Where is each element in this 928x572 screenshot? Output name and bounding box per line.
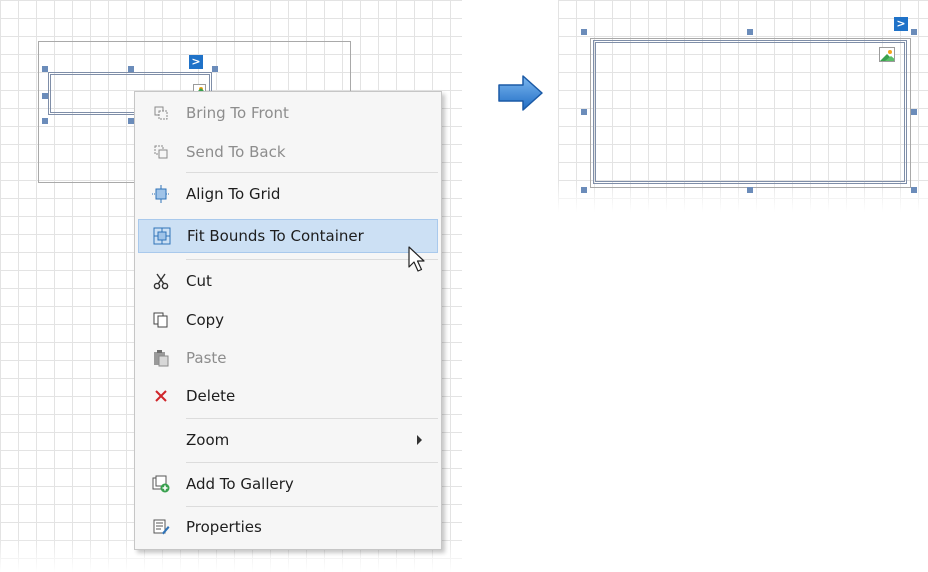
selection-handle[interactable]: [911, 187, 917, 193]
menu-item-label: Delete: [186, 387, 236, 405]
bring-to-front-icon: [138, 96, 186, 130]
selection-handle[interactable]: [581, 187, 587, 193]
selection-handle[interactable]: [581, 109, 587, 115]
menu-item-label: Properties: [186, 518, 262, 536]
menu-item-label: Zoom: [186, 431, 230, 449]
menu-item-label: Align To Grid: [186, 185, 281, 203]
fit-bounds-icon: [139, 219, 187, 253]
smart-tag-button-before[interactable]: >: [189, 55, 203, 69]
add-to-gallery-icon: [138, 467, 186, 501]
menu-item-label: Bring To Front: [186, 104, 289, 122]
selection-handle[interactable]: [747, 187, 753, 193]
selection-handle[interactable]: [911, 29, 917, 35]
menu-item-label: Fit Bounds To Container: [187, 227, 364, 245]
menu-separator: [186, 462, 438, 463]
menu-item-label: Cut: [186, 272, 212, 290]
delete-icon: [138, 379, 186, 413]
selection-handle[interactable]: [42, 66, 48, 72]
picture-icon: [879, 47, 895, 62]
menu-item-send-to-back[interactable]: Send To Back: [138, 135, 438, 169]
menu-item-bring-to-front[interactable]: Bring To Front: [138, 96, 438, 130]
send-to-back-icon: [138, 135, 186, 169]
selection-handle[interactable]: [747, 29, 753, 35]
menu-item-add-to-gallery[interactable]: Add To Gallery: [138, 467, 438, 501]
menu-item-copy[interactable]: Copy: [138, 303, 438, 337]
scissors-icon: [138, 264, 186, 298]
selection-handle[interactable]: [42, 118, 48, 124]
context-menu: Bring To Front Send To Back Align To Gri…: [134, 91, 442, 550]
menu-separator: [186, 418, 438, 419]
menu-separator: [186, 259, 438, 260]
menu-item-cut[interactable]: Cut: [138, 264, 438, 298]
menu-item-properties[interactable]: Properties: [138, 510, 438, 544]
menu-separator: [186, 506, 438, 507]
selection-handle[interactable]: [911, 109, 917, 115]
menu-item-zoom[interactable]: Zoom: [138, 423, 438, 457]
submenu-arrow-icon: [417, 435, 422, 445]
menu-item-fit-bounds-to-container[interactable]: Fit Bounds To Container: [138, 219, 438, 253]
menu-item-align-to-grid[interactable]: Align To Grid: [138, 177, 438, 211]
selection-handle[interactable]: [581, 29, 587, 35]
menu-separator: [186, 172, 438, 173]
copy-icon: [138, 303, 186, 337]
smart-tag-button-after[interactable]: >: [894, 17, 908, 31]
menu-item-paste[interactable]: Paste: [138, 341, 438, 375]
paste-icon: [138, 341, 186, 375]
menu-item-delete[interactable]: Delete: [138, 379, 438, 413]
transition-arrow-icon: [498, 75, 543, 111]
selection-handle[interactable]: [128, 66, 134, 72]
align-to-grid-icon: [138, 177, 186, 211]
selection-handle[interactable]: [42, 93, 48, 99]
mouse-pointer-icon: [408, 246, 425, 272]
picture-box-after[interactable]: [593, 40, 907, 184]
selection-handle[interactable]: [212, 66, 218, 72]
menu-item-label: Add To Gallery: [186, 475, 294, 493]
properties-icon: [138, 510, 186, 544]
menu-item-label: Send To Back: [186, 143, 286, 161]
menu-item-label: Copy: [186, 311, 225, 329]
menu-item-label: Paste: [186, 349, 227, 367]
